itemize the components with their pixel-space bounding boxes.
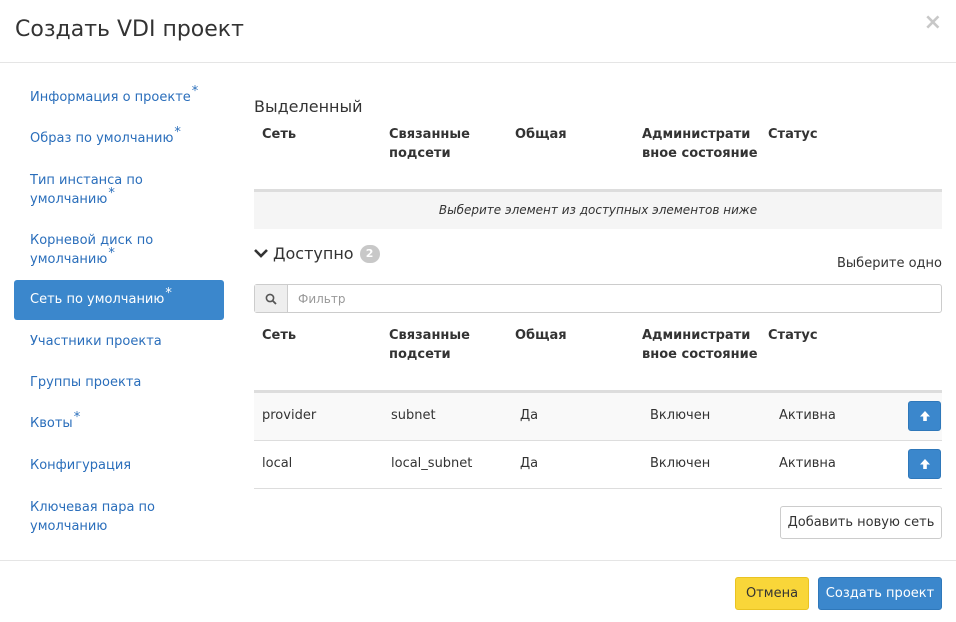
sidebar-item-label: умолчанию: [30, 192, 108, 207]
sidebar-item-label: Сеть по умолчанию: [30, 292, 165, 307]
cell-network: local: [262, 456, 293, 471]
sidebar-item-project-groups[interactable]: Группы проекта: [14, 373, 224, 392]
chevron-down-icon: [254, 246, 268, 262]
dialog-title: Создать VDI проект: [15, 17, 244, 42]
allocated-title: Выделенный: [254, 97, 363, 116]
cell-shared: Да: [520, 408, 539, 423]
column-header-label: подсети: [389, 347, 451, 362]
arrow-up-icon: [919, 459, 930, 469]
column-header-label: Связанные: [389, 127, 470, 142]
column-header-network[interactable]: Сеть: [262, 125, 296, 144]
table-row: provider subnet Да Включен Активна: [254, 393, 942, 441]
cell-status: Активна: [779, 456, 836, 471]
sidebar-item-label: Группы проекта: [30, 375, 142, 390]
column-header-label: Администрати: [642, 328, 751, 343]
cell-admin-state: Включен: [650, 456, 711, 471]
cell-status: Активна: [779, 408, 836, 423]
sidebar-item-configuration[interactable]: Конфигурация: [14, 456, 224, 475]
column-header-label: вное состояние: [642, 347, 758, 362]
sidebar-item-label: Участники проекта: [30, 334, 162, 349]
sidebar-item-quotas[interactable]: Квоты*: [14, 410, 224, 433]
required-marker: *: [165, 286, 172, 301]
dialog-footer: Отмена Создать проект: [0, 560, 956, 622]
available-count-badge: 2: [359, 244, 380, 263]
column-header-label: вное состояние: [642, 146, 758, 161]
sidebar-item-default-flavor[interactable]: Тип инстанса по умолчанию*: [14, 171, 224, 209]
select-one-hint: Выберите одно: [837, 256, 942, 271]
column-header-subnets[interactable]: Связанные подсети: [389, 125, 470, 163]
cell-shared: Да: [520, 456, 539, 471]
arrow-up-icon: [919, 411, 930, 421]
column-header-admin-state[interactable]: Администрати вное состояние: [642, 326, 758, 364]
sidebar-item-label: Образ по умолчанию: [30, 131, 174, 146]
sidebar-item-default-image[interactable]: Образ по умолчанию*: [14, 125, 224, 148]
cell-subnets: local_subnet: [391, 456, 473, 471]
close-icon[interactable]: ×: [924, 10, 942, 35]
available-toggle[interactable]: Доступно 2: [254, 244, 380, 263]
sidebar-item-project-members[interactable]: Участники проекта: [14, 332, 224, 351]
sidebar-item-label: Информация о проекте: [30, 90, 191, 105]
allocated-empty-message: Выберите элемент из доступных элементов …: [254, 192, 942, 229]
search-icon: [255, 285, 288, 312]
column-header-label: Администрати: [642, 127, 751, 142]
column-header-subnets[interactable]: Связанные подсети: [389, 326, 470, 364]
filter-input[interactable]: [288, 285, 941, 312]
table-row: local local_subnet Да Включен Активна: [254, 441, 942, 489]
available-title: Доступно: [273, 244, 354, 263]
sidebar-item-default-root-disk[interactable]: Корневой диск по умолчанию*: [14, 231, 224, 269]
allocate-button[interactable]: [908, 449, 941, 479]
required-marker: *: [108, 246, 115, 261]
sidebar-item-label: умолчанию: [30, 519, 108, 534]
required-marker: *: [108, 186, 115, 201]
sidebar-item-label: умолчанию: [30, 252, 108, 267]
required-marker: *: [174, 125, 181, 140]
sidebar-item-label: Конфигурация: [30, 458, 132, 473]
column-header-status[interactable]: Статус: [768, 326, 818, 345]
create-project-button[interactable]: Создать проект: [818, 577, 942, 610]
sidebar-item-project-info[interactable]: Информация о проекте*: [14, 84, 224, 107]
column-header-label: подсети: [389, 146, 451, 161]
dialog-header: Создать VDI проект ×: [0, 0, 956, 63]
sidebar-item-label: Тип инстанса по: [30, 173, 143, 188]
cell-subnets: subnet: [391, 408, 436, 423]
allocate-button[interactable]: [908, 401, 941, 431]
filter-group: [254, 284, 942, 313]
cell-network: provider: [262, 408, 317, 423]
sidebar-item-default-network[interactable]: Сеть по умолчанию*: [14, 280, 224, 320]
column-header-label: Связанные: [389, 328, 470, 343]
column-header-shared[interactable]: Общая: [515, 326, 567, 345]
column-header-shared[interactable]: Общая: [515, 125, 567, 144]
cell-admin-state: Включен: [650, 408, 711, 423]
cancel-button[interactable]: Отмена: [735, 577, 809, 610]
sidebar-item-label: Корневой диск по: [30, 233, 154, 248]
sidebar-item-label: Ключевая пара по: [30, 500, 156, 515]
column-header-status[interactable]: Статус: [768, 125, 818, 144]
column-header-admin-state[interactable]: Администрати вное состояние: [642, 125, 758, 163]
required-marker: *: [73, 410, 81, 425]
required-marker: *: [191, 84, 199, 99]
column-header-network[interactable]: Сеть: [262, 326, 296, 345]
sidebar-item-label: Квоты: [30, 416, 73, 431]
add-network-button[interactable]: Добавить новую сеть: [780, 506, 942, 539]
sidebar-item-default-keypair[interactable]: Ключевая пара по умолчанию: [14, 498, 224, 536]
